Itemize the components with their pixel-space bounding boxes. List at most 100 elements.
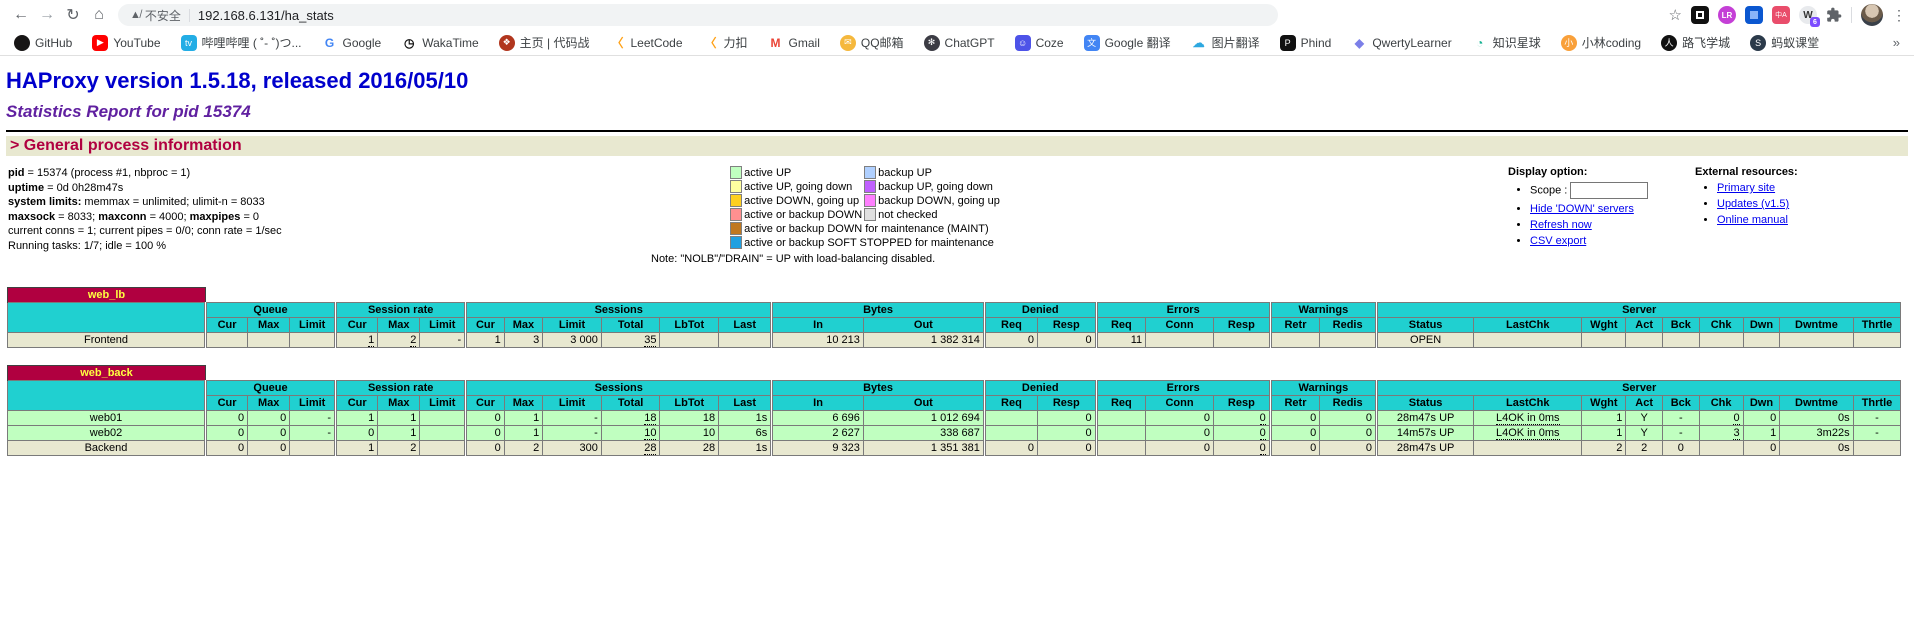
external-resource-link-3[interactable]: Online manual xyxy=(1717,214,1788,226)
bookmark-star-icon[interactable]: ☆ xyxy=(1669,6,1682,24)
bookmark-qqmail[interactable]: ✉QQ邮箱 xyxy=(840,34,904,51)
external-resource-link-2[interactable]: Updates (v1.5) xyxy=(1717,198,1789,210)
cell-cur: 1 xyxy=(336,333,378,348)
wakatime-icon: ◷ xyxy=(401,35,417,51)
display-option-link-2[interactable]: Refresh now xyxy=(1530,219,1592,231)
legend-swatch xyxy=(730,222,742,235)
bookmark-chatgpt[interactable]: ✻ChatGPT xyxy=(924,35,995,51)
external-resource-link-1[interactable]: Primary site xyxy=(1717,182,1775,194)
display-option-link-1[interactable]: Hide 'DOWN' servers xyxy=(1530,203,1634,215)
bookmarks-overflow-chevron[interactable]: » xyxy=(1893,35,1900,50)
address-bar[interactable]: ▲̸ 不安全 192.168.6.131/ha_stats xyxy=(118,4,1278,26)
table-row-frontend: Frontend12-133 0003510 2131 382 3140011O… xyxy=(8,333,1901,348)
cell-cur: 0 xyxy=(205,426,247,441)
haproxy-version-link[interactable]: HAProxy version 1.5.18, released 2016/05… xyxy=(6,68,468,94)
cell-req: 0 xyxy=(984,441,1037,456)
tooltip-value[interactable]: 10 xyxy=(644,427,656,440)
leetcode-cn-icon: 〈 xyxy=(703,35,719,51)
statistics-report-subtitle: Statistics Report for pid 15374 xyxy=(6,102,1908,122)
bookmark-wakatime[interactable]: ◷WakaTime xyxy=(401,35,478,51)
bookmark-phind[interactable]: PPhind xyxy=(1280,35,1332,51)
cell-lastchk: L4OK in 0ms xyxy=(1474,411,1582,426)
bookmark-label: 知识星球 xyxy=(1493,34,1541,51)
codewars-icon: ❖ xyxy=(499,35,515,51)
cell-limit: - xyxy=(420,333,466,348)
cell-limit: - xyxy=(290,426,336,441)
column-header: LbTot xyxy=(660,318,719,333)
legend-table: active UPbackup UPactive UP, going downb… xyxy=(730,166,1002,250)
extension-icon-3[interactable] xyxy=(1745,6,1763,24)
tooltip-value[interactable]: 35 xyxy=(644,334,656,347)
tooltip-value[interactable]: 0 xyxy=(1260,442,1266,455)
extension-icon-2[interactable]: LR xyxy=(1718,6,1736,24)
column-header: Retr xyxy=(1270,318,1319,333)
cell-conn: 0 xyxy=(1146,411,1214,426)
bookmark-google[interactable]: GGoogle xyxy=(322,35,382,51)
row-name: web02 xyxy=(8,426,206,441)
bookmark-coze[interactable]: ☺Coze xyxy=(1015,35,1064,51)
legend-label: backup DOWN, going up xyxy=(878,194,1002,208)
stats-table-web_lb: web_lbQueueSession rateSessionsBytesDeni… xyxy=(7,287,1901,348)
table-row-web01: web0100-1101-18181s6 6961 012 6940000028… xyxy=(8,411,1901,426)
bookmark-image-translate[interactable]: ☁图片翻译 xyxy=(1191,34,1260,51)
tooltip-value[interactable]: 1 xyxy=(368,334,374,347)
bookmark-gmail[interactable]: MGmail xyxy=(768,35,820,51)
column-header: Max xyxy=(504,396,542,411)
bookmark-google-translate[interactable]: 文Google 翻译 xyxy=(1084,34,1171,51)
bookmark-github[interactable]: GitHub xyxy=(14,35,72,51)
column-header: Total xyxy=(601,396,660,411)
column-header: LastChk xyxy=(1474,318,1582,333)
tooltip-value[interactable]: 28 xyxy=(644,442,656,455)
tooltip-value[interactable]: 3 xyxy=(1733,427,1739,440)
column-group-session-rate: Session rate xyxy=(336,303,466,318)
bookmark-bilibili[interactable]: tv哔哩哔哩 ( ˚- ˚)つ... xyxy=(181,34,302,51)
bookmark-label: 小林coding xyxy=(1582,34,1641,51)
bookmark-mayikt[interactable]: S蚂蚁课堂 xyxy=(1750,34,1819,51)
tooltip-value[interactable]: 2 xyxy=(410,334,416,347)
bookmark-qwertylearner[interactable]: ◆QwertyLearner xyxy=(1351,35,1451,51)
security-label[interactable]: 不安全 xyxy=(145,7,181,24)
column-header: Conn xyxy=(1146,396,1214,411)
cell-limit xyxy=(290,333,336,348)
bookmark-luffycity[interactable]: 人路飞学城 xyxy=(1661,34,1730,51)
bookmark-leetcode-cn[interactable]: 〈力扣 xyxy=(703,34,748,51)
tooltip-value[interactable]: L4OK in 0ms xyxy=(1496,427,1560,440)
tooltip-value[interactable]: 0 xyxy=(1260,412,1266,425)
bookmark-zsxq[interactable]: ◔ 知识星球 xyxy=(1472,34,1541,51)
phind-icon: P xyxy=(1280,35,1296,51)
tooltip-value[interactable]: 0 xyxy=(1260,427,1266,440)
legend-swatch xyxy=(730,166,742,179)
cell-limit: - xyxy=(543,426,602,441)
bookmark-xiaolincoding[interactable]: 小小林coding xyxy=(1561,34,1641,51)
tooltip-value[interactable]: 18 xyxy=(644,412,656,425)
process-info-line: current conns = 1; current pipes = 0/0; … xyxy=(8,224,651,239)
tooltip-value[interactable]: L4OK in 0ms xyxy=(1496,412,1560,425)
bilibili-icon: tv xyxy=(181,35,197,51)
column-header: In xyxy=(772,396,864,411)
column-header: Dwn xyxy=(1743,318,1780,333)
column-header: Max xyxy=(378,396,420,411)
extension-wappalyzer-icon[interactable]: W6 xyxy=(1799,6,1817,24)
cell-lastchk xyxy=(1474,333,1582,348)
url-text[interactable]: 192.168.6.131/ha_stats xyxy=(198,8,334,23)
extensions-puzzle-icon[interactable] xyxy=(1826,7,1842,23)
forward-icon[interactable]: → xyxy=(34,2,60,28)
reload-icon[interactable]: ↻ xyxy=(60,2,86,28)
back-icon[interactable]: ← xyxy=(8,2,34,28)
tooltip-value[interactable]: 0 xyxy=(1733,412,1739,425)
image-translate-icon: ☁ xyxy=(1191,35,1207,51)
column-header: Limit xyxy=(290,396,336,411)
bookmark-codewars[interactable]: ❖主页 | 代码战 xyxy=(499,34,590,51)
profile-avatar[interactable] xyxy=(1861,4,1883,26)
extension-translate-icon[interactable]: 中A xyxy=(1772,6,1790,24)
cell-status: 28m47s UP xyxy=(1377,441,1474,456)
extension-icon-1[interactable] xyxy=(1691,6,1709,24)
cell-retr xyxy=(1270,333,1319,348)
bookmark-leetcode[interactable]: 〈LeetCode xyxy=(609,35,682,51)
menu-kebab-icon[interactable]: ⋮ xyxy=(1892,7,1906,24)
scope-input[interactable] xyxy=(1570,182,1648,199)
home-icon[interactable]: ⌂ xyxy=(86,2,112,28)
bookmark-youtube[interactable]: ▶YouTube xyxy=(92,35,160,51)
display-option-link-3[interactable]: CSV export xyxy=(1530,235,1586,247)
zsxq-icon: ◔ xyxy=(1472,35,1488,51)
